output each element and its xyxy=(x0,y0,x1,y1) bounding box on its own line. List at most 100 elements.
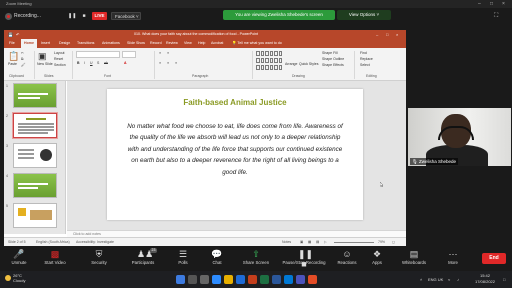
ppt-close-icon[interactable]: × xyxy=(396,30,398,39)
align-center-icon[interactable]: ≡ xyxy=(167,61,169,66)
tab-view[interactable]: View xyxy=(184,39,192,48)
reactions-button[interactable]: ☺ Reactions xyxy=(330,247,364,271)
search-icon[interactable] xyxy=(188,275,197,284)
windows-start-icon[interactable] xyxy=(176,275,185,284)
zoom-level[interactable]: 79% xyxy=(378,238,385,247)
stream-target-dropdown[interactable]: Facebook ˅ xyxy=(111,12,141,20)
bullets-icon[interactable]: ≡ xyxy=(159,51,161,56)
excel-app-icon[interactable] xyxy=(260,275,269,284)
accessibility-status[interactable]: Accessibility: Investigate xyxy=(76,238,114,247)
close-icon[interactable]: × xyxy=(502,0,505,8)
reset-button[interactable]: Reset xyxy=(54,57,63,62)
outlook-app-icon[interactable] xyxy=(284,275,293,284)
shape-effects-button[interactable]: Shape Effects xyxy=(322,63,344,68)
font-color-icon[interactable]: A xyxy=(124,61,127,66)
cut-icon[interactable]: ✂ xyxy=(21,51,24,56)
view-options-button[interactable]: View Options ˅ xyxy=(337,10,391,20)
save-icon[interactable]: 💾 xyxy=(8,30,13,39)
volume-icon[interactable]: ♪ xyxy=(457,271,459,288)
tab-transitions[interactable]: Transitions xyxy=(77,39,94,48)
edge-icon[interactable] xyxy=(236,275,245,284)
wifi-icon[interactable]: ≈ xyxy=(448,271,450,288)
slide-thumbnail[interactable] xyxy=(13,143,57,168)
chat-button[interactable]: 💬 Chat xyxy=(200,247,234,271)
tray-chevron-icon[interactable]: ˄ xyxy=(420,271,422,288)
language-status[interactable]: English (South Africa) xyxy=(36,238,70,247)
align-right-icon[interactable]: ≡ xyxy=(175,61,177,66)
shape-outline-button[interactable]: Shape Outline xyxy=(322,57,344,62)
underline-icon[interactable]: U xyxy=(90,61,93,66)
slide-thumbnail-selected[interactable] xyxy=(13,113,57,138)
tab-animations[interactable]: Animations xyxy=(102,39,120,48)
chrome-app-icon[interactable] xyxy=(308,275,317,284)
pause-icon[interactable]: ❚❚ xyxy=(68,13,76,20)
participant-video-tile[interactable]: 🎙 Zwelisha Shebede xyxy=(408,108,511,166)
quick-styles-button[interactable]: Quick Styles xyxy=(299,62,318,67)
keyboard-language[interactable]: ENG UK xyxy=(428,271,443,288)
share-screen-button[interactable]: ⇧ Share Screen xyxy=(236,247,276,271)
strikethrough-icon[interactable]: ab xyxy=(104,61,108,66)
tab-help[interactable]: Help xyxy=(198,39,205,48)
tab-file[interactable]: File xyxy=(9,39,15,48)
polls-button[interactable]: ☰ Polls xyxy=(166,247,200,271)
tab-home[interactable]: Home xyxy=(21,39,37,48)
notes-toggle[interactable]: Notes xyxy=(282,238,291,247)
align-left-icon[interactable]: ≡ xyxy=(159,61,161,66)
find-button[interactable]: Find xyxy=(360,51,367,56)
participants-button[interactable]: ♟♟ 23 Participants xyxy=(126,247,160,271)
font-size-select[interactable] xyxy=(122,51,136,58)
start-video-button[interactable]: ▩ Start Video xyxy=(38,247,72,271)
live-badge[interactable]: LIVE xyxy=(92,12,107,20)
slide-title[interactable]: Faith-based Animal Justice xyxy=(107,98,363,107)
arrange-button[interactable]: Arrange xyxy=(285,62,297,67)
shape-fill-button[interactable]: Shape Fill xyxy=(322,51,338,56)
notifications-icon[interactable]: □ xyxy=(503,271,505,288)
powerpoint-app-icon[interactable] xyxy=(248,275,257,284)
fullscreen-icon[interactable]: ⛶ xyxy=(494,12,498,20)
undo-icon[interactable]: ↶ xyxy=(16,30,19,39)
notes-pane[interactable]: Click to add notes xyxy=(67,230,406,237)
tab-acrobat[interactable]: Acrobat xyxy=(211,39,223,48)
tell-me-box[interactable]: 💡 Tell me what you want to do xyxy=(232,39,282,48)
tab-record[interactable]: Record xyxy=(150,39,162,48)
more-button[interactable]: ⋯ More xyxy=(436,247,470,271)
tab-slide-show[interactable]: Slide Show xyxy=(127,39,145,48)
tab-review[interactable]: Review xyxy=(166,39,178,48)
shadow-icon[interactable]: S xyxy=(97,61,99,66)
maximize-icon[interactable]: □ xyxy=(490,0,493,8)
bold-icon[interactable]: B xyxy=(77,61,80,66)
normal-view-icon[interactable]: ▣ xyxy=(300,238,303,247)
weather-widget[interactable]: 26°C Cloudy xyxy=(13,273,25,283)
zoom-slider[interactable] xyxy=(334,242,374,243)
tab-insert[interactable]: Insert xyxy=(41,39,50,48)
slideshow-view-icon[interactable]: ▷ xyxy=(324,238,327,247)
section-button[interactable]: Section xyxy=(54,63,66,68)
taskbar-clock[interactable]: 15:42 17/08/2022 xyxy=(470,273,500,285)
file-explorer-icon[interactable] xyxy=(224,275,233,284)
word-app-icon[interactable] xyxy=(272,275,281,284)
copy-icon[interactable]: ⧉ xyxy=(21,57,24,62)
replace-button[interactable]: Replace xyxy=(360,57,373,62)
fit-slide-icon[interactable]: ◻ xyxy=(392,238,395,247)
slide-body-text[interactable]: No matter what food we choose to eat, li… xyxy=(125,121,345,178)
slide-thumbnail[interactable] xyxy=(13,173,57,198)
stop-icon[interactable]: ■ xyxy=(80,13,88,20)
new-slide-button[interactable]: New Slide xyxy=(37,62,53,67)
minimize-icon[interactable]: – xyxy=(478,0,481,8)
tab-design[interactable]: Design xyxy=(59,39,70,48)
slide-thumbnail[interactable] xyxy=(13,203,57,228)
new-slide-icon[interactable]: ▣ xyxy=(38,50,47,62)
sorter-view-icon[interactable]: ▦ xyxy=(308,238,311,247)
pause-recording-button[interactable]: ❚❚ ■ Pause/Stop Recording xyxy=(278,247,330,271)
ppt-maximize-icon[interactable]: □ xyxy=(386,30,388,39)
zoom-app-icon[interactable] xyxy=(212,275,221,284)
slide-thumbnail[interactable] xyxy=(13,83,57,108)
paste-button[interactable]: Paste xyxy=(8,62,17,67)
format-painter-icon[interactable]: 🖌 xyxy=(21,63,25,68)
italic-icon[interactable]: I xyxy=(84,61,85,66)
layout-button[interactable]: Layout xyxy=(54,51,65,56)
whiteboards-button[interactable]: ▤ Whiteboards xyxy=(394,247,434,271)
reading-view-icon[interactable]: ▤ xyxy=(316,238,319,247)
apps-button[interactable]: ❖ Apps xyxy=(360,247,394,271)
current-slide[interactable]: Faith-based Animal Justice No matter wha… xyxy=(107,89,363,220)
